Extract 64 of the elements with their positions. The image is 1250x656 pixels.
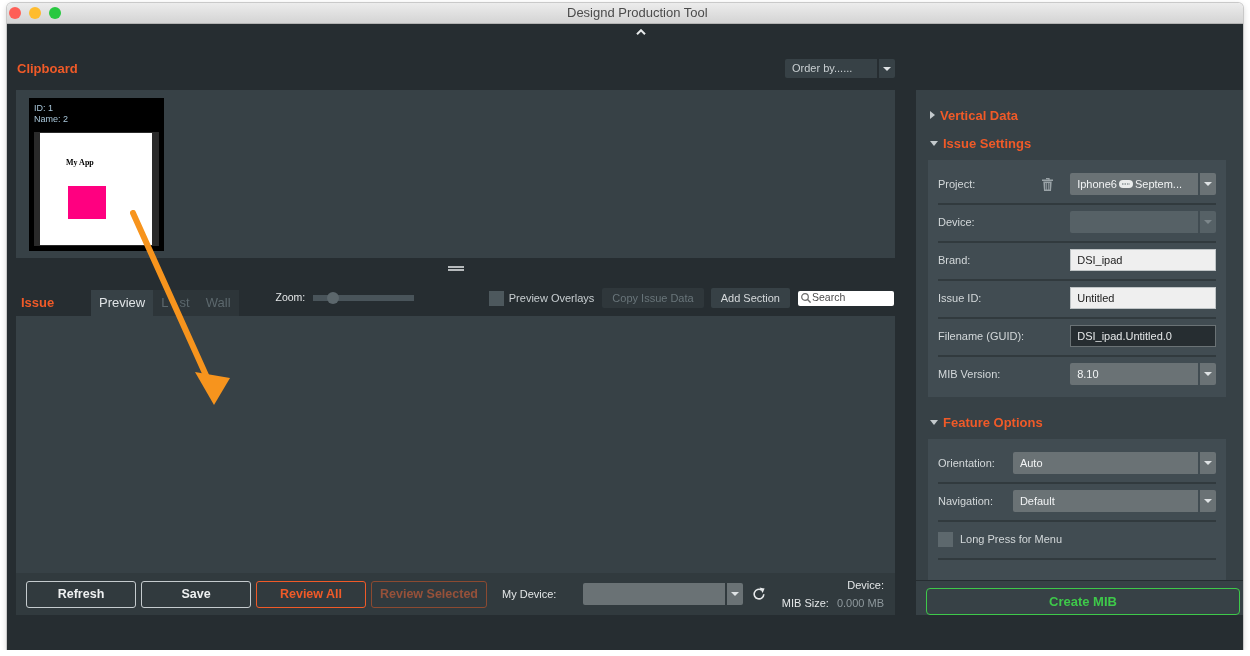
preview-app-title: My App <box>66 158 94 168</box>
caret-down-icon <box>1204 182 1212 186</box>
caret-down-icon <box>1204 499 1212 503</box>
setting-dropdown[interactable]: Auto <box>1012 452 1216 474</box>
trash-icon[interactable] <box>1041 177 1053 191</box>
issue-title: Issue <box>20 293 56 312</box>
search-icon <box>801 293 811 303</box>
section-title[interactable]: Feature Options <box>943 412 1043 432</box>
field-label: Orientation: <box>938 455 995 471</box>
label-pill-icon <box>1118 180 1133 188</box>
caret-down-icon[interactable] <box>930 419 938 425</box>
option-label: Long Press for Menu <box>960 531 1063 547</box>
my-device-label: My Device: <box>501 586 557 602</box>
caret-down-icon <box>731 592 740 596</box>
card-name-text: Name: 2 <box>33 114 68 125</box>
search-field[interactable]: Search <box>798 290 894 306</box>
zoom-label: Zoom: <box>275 290 306 306</box>
field-label: Device: <box>938 214 976 230</box>
zoom-slider[interactable] <box>313 292 415 304</box>
setting-dropdown[interactable]: Iphone6 Septem... <box>1070 173 1216 195</box>
preview-square-shape <box>68 186 106 219</box>
action-button[interactable]: Refresh <box>26 580 136 608</box>
preview-overlays-label: Preview Overlays <box>508 290 595 306</box>
caret-down-icon <box>1204 220 1212 224</box>
mib-size-label: MIB Size: <box>781 596 829 611</box>
create-mib-button[interactable]: Create MIB <box>926 588 1240 615</box>
option-checkbox[interactable] <box>938 531 953 547</box>
setting-dropdown[interactable]: 8.10 <box>1070 363 1216 385</box>
section-title[interactable]: Vertical Data <box>940 105 1019 125</box>
text-field[interactable]: DSI_ipad.Untitled.0 <box>1070 325 1216 347</box>
maximize-button[interactable] <box>49 7 61 19</box>
toolbar-button[interactable]: Add Section <box>710 288 790 308</box>
mib-size-value: 0.000 MB <box>836 596 884 611</box>
setting-dropdown[interactable]: Default <box>1012 490 1216 512</box>
text-field[interactable]: Untitled <box>1070 287 1216 309</box>
field-label: Brand: <box>938 252 972 268</box>
action-button[interactable]: Review All <box>256 580 366 608</box>
caret-down-icon <box>1204 372 1212 376</box>
close-button[interactable] <box>9 7 21 19</box>
preview-overlays-checkbox[interactable] <box>488 290 504 306</box>
action-button[interactable]: Save <box>141 580 251 608</box>
field-label: MIB Version: <box>938 366 1002 382</box>
field-label: Filename (GUID): <box>938 328 1025 344</box>
caret-down-icon <box>1204 461 1212 465</box>
minimize-button[interactable] <box>29 7 41 19</box>
refresh-icon[interactable] <box>752 587 767 601</box>
caret-right-icon[interactable] <box>930 111 935 119</box>
section-title[interactable]: Issue Settings <box>943 133 1032 153</box>
clipboard-title: Clipboard <box>16 60 78 78</box>
card-id-text: ID: 1 <box>33 103 53 114</box>
caret-down-icon[interactable] <box>930 140 938 146</box>
field-label: Project: <box>938 176 977 192</box>
text-field[interactable]: DSI_ipad <box>1070 249 1216 271</box>
device-label: Device: <box>847 578 884 593</box>
caret-down-icon <box>883 66 891 71</box>
view-tab[interactable]: Preview <box>91 290 154 316</box>
splitter-handle-icon[interactable] <box>447 266 464 271</box>
field-label: Issue ID: <box>938 290 983 306</box>
field-label: Navigation: <box>938 493 995 509</box>
order-by-dropdown[interactable]: Order by...... <box>785 59 895 78</box>
slider-thumb[interactable] <box>326 292 339 304</box>
chevron-up-icon[interactable] <box>636 29 646 35</box>
window-title: Designd Production Tool <box>567 4 708 23</box>
clipboard-card[interactable]: ID: 1 Name: 2 My App <box>29 98 164 251</box>
